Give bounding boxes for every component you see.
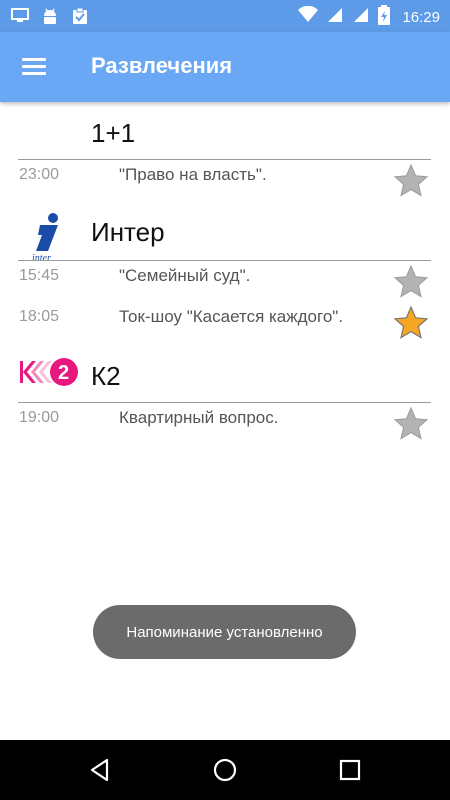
star-icon[interactable]: [393, 163, 429, 199]
android-icon: [40, 6, 60, 26]
channel-header: inter Интер: [0, 201, 450, 264]
signal-icon: [326, 6, 344, 29]
monitor-icon: [10, 6, 30, 26]
channel-name: К2: [91, 361, 121, 391]
page-title: Развлечения: [91, 53, 233, 78]
home-icon[interactable]: [211, 756, 239, 784]
list-item[interactable]: 18:05 Ток-шоу "Касается каждого".: [0, 302, 450, 343]
back-icon[interactable]: [86, 756, 114, 784]
inter-logo: inter: [18, 211, 80, 264]
show-title: Ток-шоу "Касается каждого".: [119, 307, 344, 326]
channel-header: 1+1: [0, 102, 450, 160]
channel-group: 2 К2 19:00 Квартирный вопрос.: [0, 343, 450, 444]
list-item[interactable]: 19:00 Квартирный вопрос.: [0, 403, 450, 444]
show-title: "Право на власть".: [119, 165, 267, 184]
star-icon-active[interactable]: [393, 305, 429, 341]
show-time: 18:05: [19, 308, 60, 325]
show-time: 19:00: [19, 409, 60, 426]
navigation-bar: [0, 740, 450, 800]
recents-icon[interactable]: [336, 756, 364, 784]
star-icon[interactable]: [393, 406, 429, 442]
channel-name: Интер: [91, 217, 165, 247]
channel-list: 1+1 23:00 "Право на власть". inter Интер…: [0, 102, 450, 444]
wifi-icon: [298, 5, 319, 29]
signal-icon: [352, 6, 370, 29]
list-item[interactable]: 15:45 "Семейный суд".: [0, 261, 450, 302]
app-bar: Развлечения: [0, 32, 450, 102]
channel-group: inter Интер 15:45 "Семейный суд". 18:05 …: [0, 201, 450, 343]
clock: 16:29: [402, 9, 440, 26]
hamburger-menu-icon[interactable]: [16, 49, 52, 85]
show-time: 23:00: [19, 166, 60, 183]
channel-group: 1+1 23:00 "Право на власть".: [0, 102, 450, 201]
show-title: Квартирный вопрос.: [119, 408, 279, 427]
show-title: "Семейный суд".: [119, 266, 251, 285]
channel-name: 1+1: [91, 118, 136, 148]
list-item[interactable]: 23:00 "Право на власть".: [0, 160, 450, 201]
k2-logo: 2: [18, 355, 80, 401]
battery-icon: [378, 5, 391, 30]
toast-message: Напоминание установленно: [93, 605, 356, 659]
channel-header: 2 К2: [0, 343, 450, 403]
show-time: 15:45: [19, 267, 60, 284]
clipboard-check-icon: [70, 6, 90, 26]
status-bar: 16:29: [0, 0, 450, 32]
star-icon[interactable]: [393, 264, 429, 300]
svg-text:2: 2: [58, 362, 69, 384]
